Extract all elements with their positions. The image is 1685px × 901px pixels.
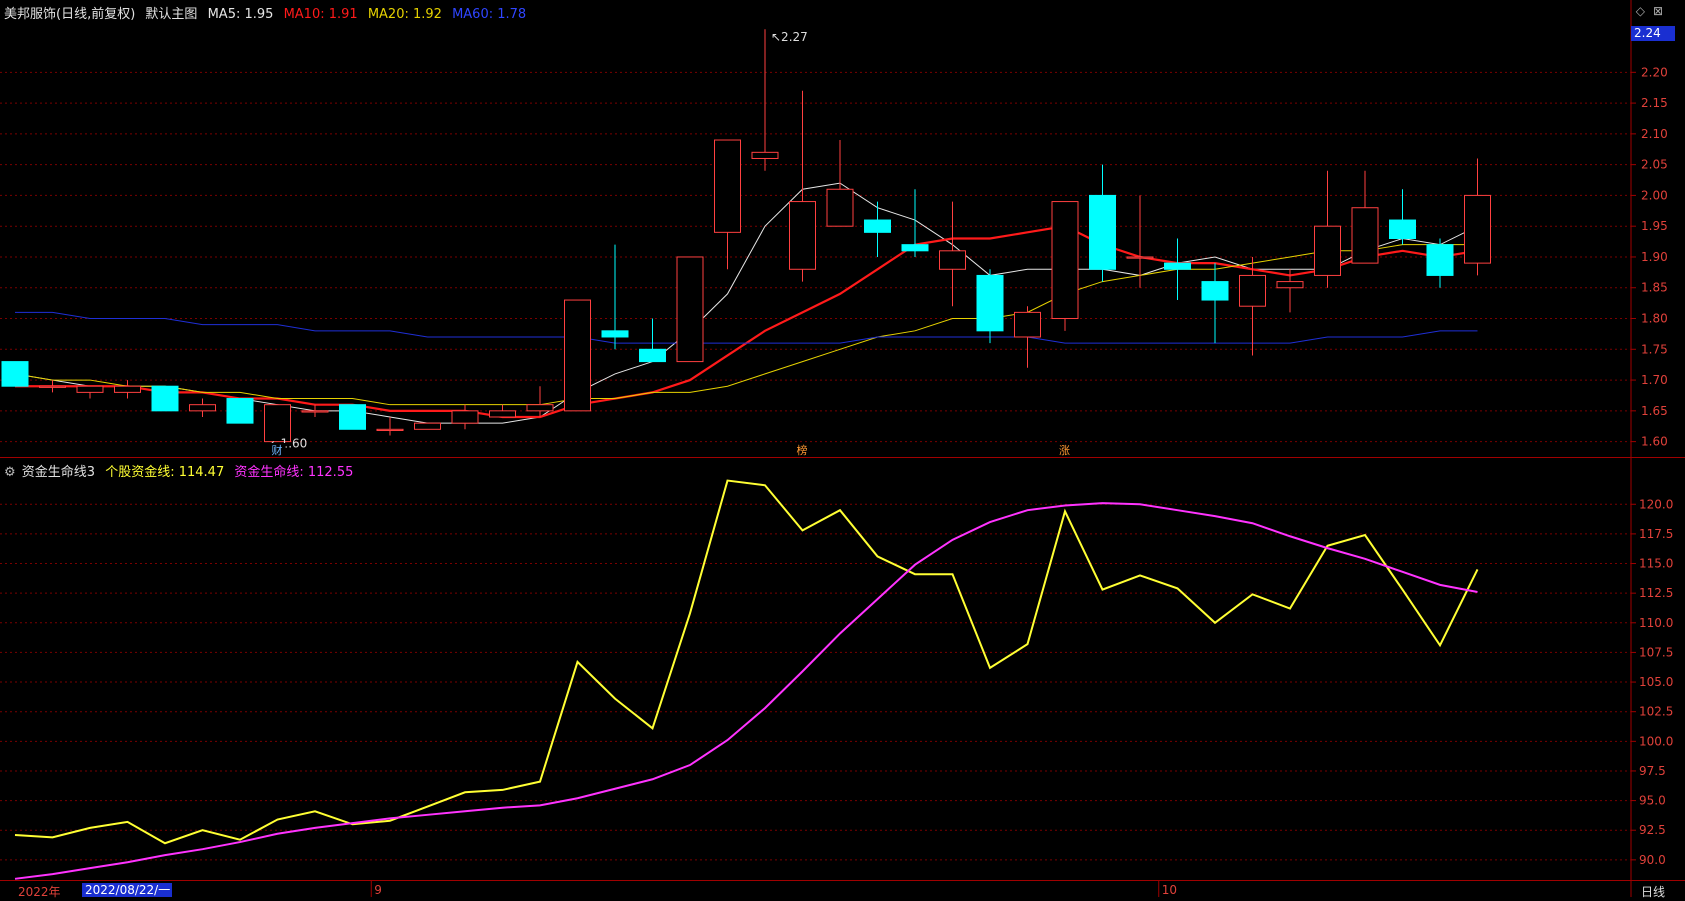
candle-body-up — [1126, 256, 1154, 259]
indicator-header: ⚙ 资金生命线3 个股资金线: 114.47 资金生命线: 112.55 — [4, 461, 359, 480]
ma-line-ma60 — [15, 311, 1478, 344]
candle-body-up — [564, 299, 591, 412]
candle-body-up — [1464, 194, 1491, 264]
ma60-label: MA60: 1.78 — [452, 7, 527, 22]
candle-body-down — [1201, 281, 1229, 301]
month-label: 10 — [1162, 883, 1177, 897]
candle-body-up — [414, 422, 441, 430]
candle-body-up — [714, 139, 741, 233]
main-tick-label: 2.05 — [1641, 158, 1668, 172]
candle-body-down — [339, 404, 366, 430]
chart-canvas[interactable]: 1.60 1.65 1.70 1.75 1.80 1.85 1.90 1.95 2.00 2.05… — [0, 0, 1685, 897]
period-label[interactable]: 日线 — [1641, 883, 1665, 900]
candle-body-up — [376, 428, 404, 432]
stock-name-label[interactable]: 美邦服饰(日线,前复权) — [4, 7, 135, 22]
candle-body-up — [1051, 201, 1079, 320]
indicator-name[interactable]: 资金生命线3 — [22, 465, 95, 480]
indicator-tick-label: 112.5 — [1639, 586, 1673, 600]
main-tick-label: 1.95 — [1641, 219, 1668, 233]
year-label: 2022年 — [18, 885, 61, 899]
main-tick-label: 2.10 — [1641, 127, 1668, 141]
candle-body-up — [939, 250, 966, 270]
main-tick-label: 1.75 — [1641, 342, 1668, 356]
candle-body-down — [1, 361, 29, 387]
candle-body-up — [526, 404, 554, 412]
current-price-badge: 2.24 — [1631, 26, 1675, 41]
candle-body-up — [1351, 207, 1379, 264]
candle-body-down — [1426, 244, 1454, 276]
candle-body-down — [976, 274, 1004, 332]
event-marker: 涨 — [1059, 444, 1070, 457]
candle-body-up — [676, 256, 704, 363]
candle-body-up — [451, 410, 479, 424]
main-tick-label: 2.00 — [1641, 188, 1668, 202]
main-tick-label: 1.90 — [1641, 250, 1668, 264]
close-icon[interactable]: ⊠ — [1653, 4, 1671, 18]
main-tick-label: 1.70 — [1641, 373, 1668, 387]
indicator-tick-label: 95.0 — [1639, 794, 1666, 808]
ma5-label: MA5: 1.95 — [207, 7, 274, 22]
candle-body-down — [1164, 262, 1191, 270]
candle-body-up — [114, 385, 141, 393]
month-label: 9 — [374, 883, 382, 897]
main-tick-label: 1.85 — [1641, 281, 1668, 295]
candle-body-up — [1314, 225, 1341, 276]
ma20-label: MA20: 1.92 — [367, 7, 442, 22]
main-tick-label: 1.80 — [1641, 312, 1668, 326]
event-marker: 财 — [272, 443, 283, 457]
indicator-tick-label: 102.5 — [1639, 705, 1673, 719]
candle-body-up — [751, 151, 779, 159]
indicator-tick-label: 115.0 — [1639, 557, 1673, 571]
candle-body-up — [1014, 311, 1041, 338]
candle-body-down — [901, 244, 929, 252]
indicator-tick-label: 110.0 — [1639, 616, 1673, 630]
ma10-label: MA10: 1.91 — [283, 7, 358, 22]
high-price-annotation: ↖2.27 — [771, 30, 808, 44]
main-chart-header: 美邦服饰(日线,前复权) 默认主图 MA5: 1.95 MA10: 1.91 M… — [4, 3, 532, 22]
indicator-tick-label: 117.5 — [1639, 527, 1673, 541]
indicator-tick-label: 97.5 — [1639, 764, 1666, 778]
candle-body-down — [639, 348, 666, 363]
main-tick-label: 1.60 — [1641, 435, 1668, 449]
candle-body-up — [826, 188, 854, 227]
candle-body-up — [76, 385, 104, 393]
candle-body-down — [864, 219, 891, 233]
main-chart-label[interactable]: 默认主图 — [145, 7, 197, 22]
candle-body-up — [789, 201, 816, 270]
candle-body-up — [301, 410, 329, 413]
event-marker: 榜 — [797, 443, 808, 457]
candle-body-down — [151, 385, 179, 412]
indicator-tick-label: 90.0 — [1639, 853, 1666, 867]
ma-line-ma10 — [15, 225, 1478, 419]
diamond-icon[interactable]: ◇ — [1636, 4, 1653, 18]
candle-body-up — [39, 385, 66, 388]
indicator-tick-label: 105.0 — [1639, 675, 1673, 689]
fund-line-label: 个股资金线: 114.47 — [105, 465, 225, 480]
indicator-tick-label: 107.5 — [1639, 645, 1673, 659]
main-tick-label: 2.20 — [1641, 65, 1668, 79]
indicator-line-fund — [14, 479, 1479, 845]
candle-body-down — [601, 330, 629, 338]
candle-body-up — [189, 404, 216, 412]
candle-body-down — [226, 398, 254, 424]
candle-body-up — [489, 410, 516, 418]
candle-body-down — [1089, 194, 1116, 270]
indicator-tick-label: 92.5 — [1639, 823, 1666, 837]
candle-body-up — [1276, 281, 1304, 289]
life-line-label: 资金生命线: 112.55 — [234, 465, 354, 480]
candle-body-up — [1239, 274, 1266, 307]
window-controls[interactable]: ◇⊠ — [1636, 4, 1671, 18]
indicator-tick-label: 120.0 — [1639, 497, 1673, 511]
candle-body-down — [1389, 219, 1416, 240]
indicator-line-life — [14, 502, 1478, 880]
gear-icon[interactable]: ⚙ — [4, 465, 16, 480]
main-tick-label: 2.15 — [1641, 96, 1668, 110]
stock-chart-window: 1.60 1.65 1.70 1.75 1.80 1.85 1.90 1.95 2.00 2.05… — [0, 0, 1685, 900]
indicator-tick-label: 100.0 — [1639, 734, 1673, 748]
cursor-date-label: 2022/08/22/一 — [82, 883, 172, 897]
main-tick-label: 1.65 — [1641, 404, 1668, 418]
